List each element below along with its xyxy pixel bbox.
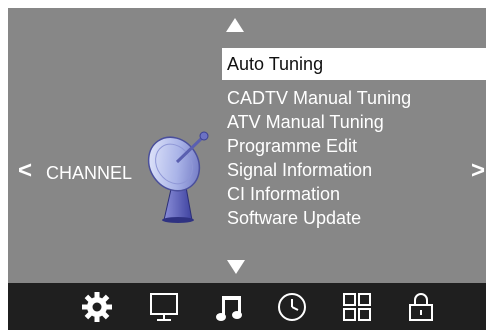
music-note-icon[interactable]: [213, 291, 245, 323]
lock-icon[interactable]: [405, 291, 437, 323]
satellite-dish-icon: [147, 131, 209, 223]
channel-panel: < CHANNEL Auto Tuning CADTV Manual Tunin…: [8, 8, 486, 283]
up-arrow-icon[interactable]: [226, 18, 244, 32]
menu-item-ci-information[interactable]: CI Information: [222, 182, 486, 206]
menu-item-programme-edit[interactable]: Programme Edit: [222, 134, 486, 158]
monitor-icon[interactable]: [148, 291, 180, 323]
bottom-menu-bar: [8, 283, 486, 330]
next-section-button[interactable]: >: [471, 159, 485, 183]
grid-icon[interactable]: [341, 291, 373, 323]
prev-section-button[interactable]: <: [18, 159, 32, 183]
menu-item-atv-manual-tuning[interactable]: ATV Manual Tuning: [222, 110, 486, 134]
section-title: CHANNEL: [46, 163, 133, 183]
clock-icon[interactable]: [276, 291, 308, 323]
gear-icon[interactable]: [81, 291, 113, 323]
menu-item-software-update[interactable]: Software Update: [222, 206, 486, 230]
menu-item-signal-information[interactable]: Signal Information: [222, 158, 486, 182]
down-arrow-icon[interactable]: [227, 260, 245, 274]
channel-menu-list: Auto Tuning CADTV Manual Tuning ATV Manu…: [222, 48, 486, 230]
tv-menu-frame: < CHANNEL Auto Tuning CADTV Manual Tunin…: [8, 8, 486, 330]
menu-item-auto-tuning[interactable]: Auto Tuning: [222, 48, 486, 80]
menu-item-cadtv-manual-tuning[interactable]: CADTV Manual Tuning: [222, 86, 486, 110]
